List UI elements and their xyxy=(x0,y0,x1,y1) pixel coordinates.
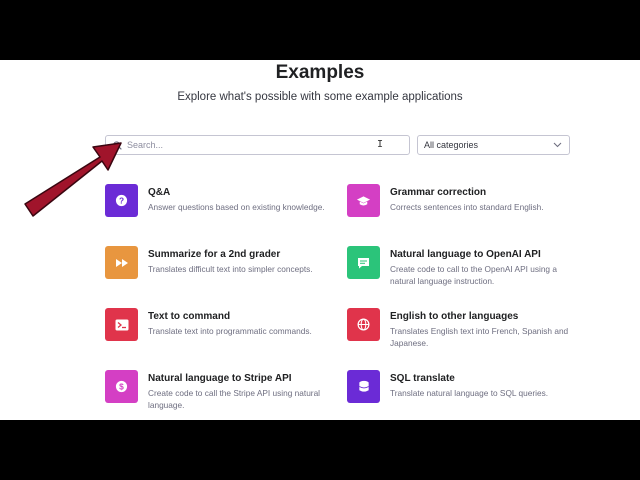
letterbox-bottom xyxy=(0,420,640,480)
arrow-icon xyxy=(24,142,122,217)
pointer-arrow-annotation xyxy=(24,142,122,217)
